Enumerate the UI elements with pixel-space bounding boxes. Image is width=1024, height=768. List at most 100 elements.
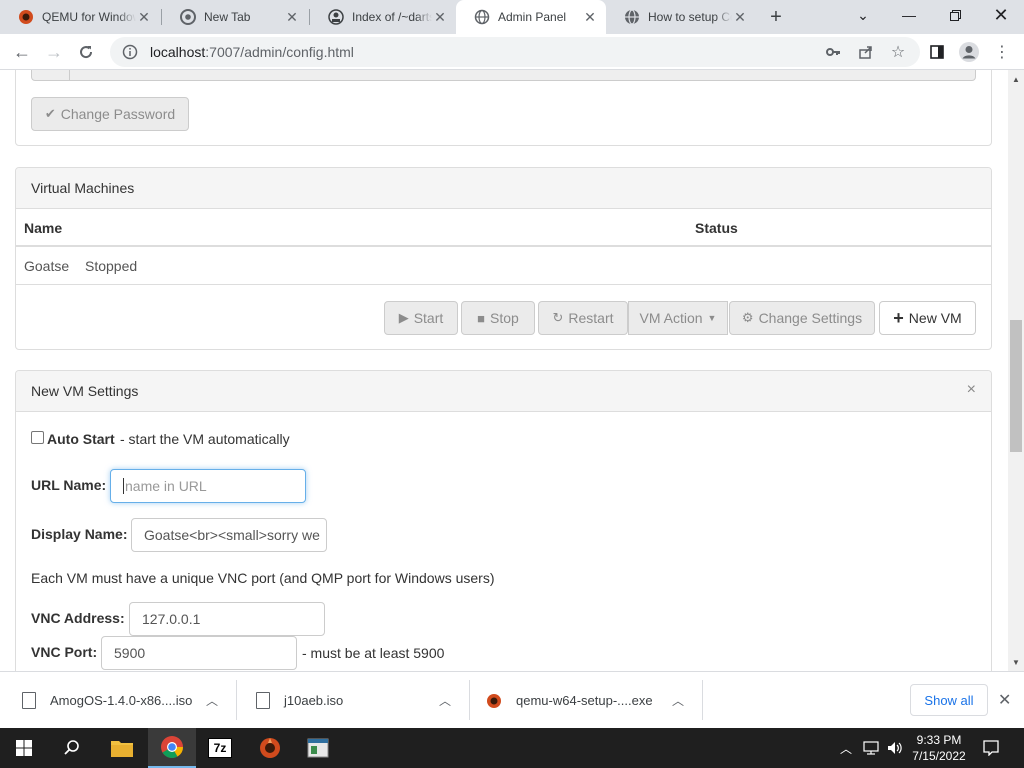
notification-icon[interactable] <box>976 728 1006 768</box>
url-path: :7007/admin/config.html <box>205 44 354 60</box>
vm-panel-title: Virtual Machines <box>31 180 135 196</box>
close-icon[interactable]: ✕ <box>998 690 1011 710</box>
tab-search-icon[interactable]: ⌄ <box>840 0 886 30</box>
star-icon[interactable]: ☆ <box>890 44 906 61</box>
menu-icon[interactable]: ⋮ <box>988 38 1016 66</box>
new-vm-title: New VM Settings <box>31 383 139 399</box>
globe-icon <box>624 9 640 25</box>
file-icon <box>256 692 270 709</box>
vnc-port-label: VNC Port: <box>31 644 98 660</box>
back-button[interactable]: ← <box>8 38 36 66</box>
tab-admin-panel[interactable]: Admin Panel ✕ <box>456 0 606 34</box>
profile-avatar-icon[interactable] <box>955 38 983 66</box>
info-icon[interactable] <box>122 44 138 60</box>
download-item[interactable]: AmogOS-1.4.0-x86....iso ︿ <box>22 672 234 729</box>
vnc-address-value: 127.0.0.1 <box>142 611 201 627</box>
close-icon[interactable]: × <box>967 381 976 399</box>
index-icon <box>328 9 344 25</box>
key-icon[interactable] <box>825 44 841 60</box>
plus-icon: + <box>893 307 904 328</box>
tab-new-tab[interactable]: New Tab ✕ <box>162 0 308 34</box>
reload-button[interactable] <box>72 38 100 66</box>
vnc-port-input[interactable]: 5900 <box>101 636 297 670</box>
vm-table-header: Name Status <box>16 209 991 247</box>
download-filename: j10aeb.iso <box>284 693 344 708</box>
vnc-address-input[interactable]: 127.0.0.1 <box>129 602 325 636</box>
scroll-up-arrow-icon[interactable]: ▲ <box>1008 72 1024 86</box>
minimize-button[interactable]: — <box>886 0 932 30</box>
7zip-icon[interactable]: 7z <box>196 728 244 768</box>
windows-start-icon[interactable] <box>0 728 48 768</box>
scroll-thumb[interactable] <box>1010 320 1022 452</box>
display-name-input[interactable]: Goatse<br><small>sorry we <box>131 518 327 552</box>
chrome-taskbar-icon[interactable] <box>148 728 196 768</box>
page-scrollbar[interactable]: ▲ ▼ <box>1008 70 1024 671</box>
vnc-port-value: 5900 <box>114 645 146 661</box>
show-all-button[interactable]: Show all <box>910 684 988 716</box>
vnc-port-hint: - must be at least 5900 <box>302 645 445 661</box>
tab-title: Admin Panel <box>498 10 567 24</box>
forward-button[interactable]: → <box>40 38 68 66</box>
chevron-up-icon[interactable]: ︿ <box>439 692 451 709</box>
tab-title: Index of /~darts <box>352 10 432 24</box>
vm-action-dropdown[interactable]: VM Action ▼ <box>628 301 728 335</box>
url-name-placeholder: name in URL <box>125 478 207 494</box>
file-icon <box>22 692 36 709</box>
new-vm-button[interactable]: + New VM <box>879 301 976 335</box>
chevron-up-icon[interactable]: ︿ <box>206 692 218 709</box>
download-filename: qemu-w64-setup-....exe <box>516 693 653 708</box>
download-item[interactable]: qemu-w64-setup-....exe ︿ <box>486 672 698 729</box>
check-icon: ✔ <box>44 106 56 121</box>
app-window-icon[interactable] <box>294 728 342 768</box>
column-header-status: Status <box>695 220 738 236</box>
restart-button[interactable]: ↻ Restart <box>538 301 628 335</box>
url-name-input[interactable]: name in URL <box>110 469 306 503</box>
change-password-label: Change Password <box>60 106 176 122</box>
address-bar[interactable]: localhost:7007/admin/config.html <box>110 37 920 67</box>
new-vm-heading: New VM Settings × <box>16 371 991 412</box>
stop-icon: ■ <box>477 310 486 326</box>
download-item[interactable]: j10aeb.iso ︿ <box>256 672 468 729</box>
change-settings-label: Change Settings <box>758 310 863 326</box>
clock[interactable]: 9:33 PM 7/15/2022 <box>906 728 972 768</box>
start-button[interactable]: ▶ Start <box>384 301 458 335</box>
table-row[interactable]: Goatse Stopped <box>16 247 991 285</box>
search-icon[interactable] <box>48 728 96 768</box>
new-vm-label: New VM <box>908 310 962 326</box>
restore-button[interactable] <box>932 0 978 30</box>
stop-button[interactable]: ■ Stop <box>461 301 535 335</box>
gear-icon: ⚙ <box>741 310 754 325</box>
scroll-down-arrow-icon[interactable]: ▼ <box>1008 655 1024 669</box>
new-tab-button[interactable]: + <box>764 5 788 29</box>
chrome-icon <box>180 9 196 25</box>
page-viewport: ✔ Change Password Virtual Machines Name … <box>0 70 1008 671</box>
change-password-button[interactable]: ✔ Change Password <box>31 97 189 131</box>
close-icon[interactable]: ✕ <box>136 9 152 26</box>
download-bar: AmogOS-1.4.0-x86....iso ︿ j10aeb.iso ︿ q… <box>0 671 1024 728</box>
share-icon[interactable] <box>858 44 874 60</box>
volume-icon[interactable] <box>884 728 906 768</box>
auto-start-checkbox[interactable] <box>31 431 44 444</box>
auto-start-description: - start the VM automatically <box>120 431 290 447</box>
chevron-up-icon[interactable]: ︿ <box>836 728 856 768</box>
tab-index[interactable]: Index of /~darts ✕ <box>310 0 456 34</box>
tab-strip: QEMU for Windows ✕ New Tab ✕ Index of /~… <box>0 0 1024 34</box>
qemu-icon <box>486 693 502 709</box>
file-explorer-icon[interactable] <box>98 728 146 768</box>
close-icon[interactable]: ✕ <box>582 9 598 26</box>
network-icon[interactable] <box>860 728 882 768</box>
close-icon[interactable]: ✕ <box>284 9 300 26</box>
chevron-up-icon[interactable]: ︿ <box>672 692 684 709</box>
tab-title: New Tab <box>204 10 251 24</box>
new-vm-settings-panel: New VM Settings × Auto Start - start the… <box>15 370 992 671</box>
side-panel-icon[interactable] <box>923 38 951 66</box>
vm-panel-heading: Virtual Machines <box>16 168 991 209</box>
close-window-button[interactable]: ✕ <box>978 0 1024 30</box>
qemu-taskbar-icon[interactable] <box>246 728 294 768</box>
close-icon[interactable]: ✕ <box>432 9 448 26</box>
vnc-note: Each VM must have a unique VNC port (and… <box>31 570 495 586</box>
close-icon[interactable]: ✕ <box>732 9 748 26</box>
change-settings-button[interactable]: ⚙ Change Settings <box>729 301 875 335</box>
tab-how-to-setup[interactable]: How to setup Collab VM ✕ <box>606 0 756 34</box>
tab-qemu[interactable]: QEMU for Windows ✕ <box>0 0 160 34</box>
